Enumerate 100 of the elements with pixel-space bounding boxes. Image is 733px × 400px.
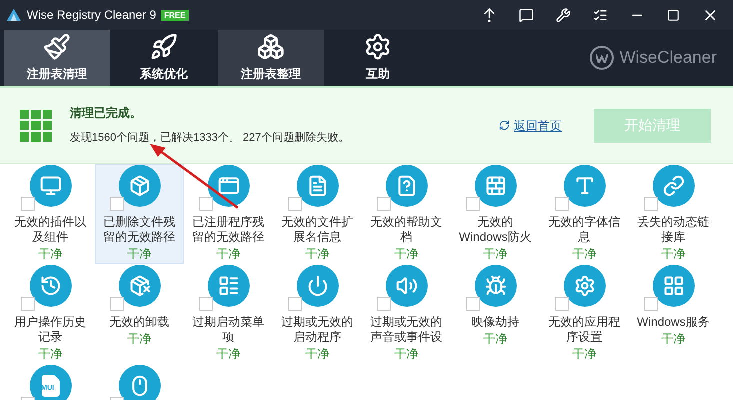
status-text: 干净 xyxy=(572,347,596,362)
checkbox[interactable] xyxy=(110,197,124,211)
category-label: Windows服务 xyxy=(636,315,711,330)
summary-detail: 发现1560个问题，已解决1333个。 227个问题删除失败。 xyxy=(70,131,350,146)
status-text: 干净 xyxy=(216,247,240,262)
checkbox[interactable] xyxy=(376,197,390,211)
category-label: 无效的文件扩展名信息 xyxy=(280,215,354,245)
category-item[interactable]: 无效的字体信息 干净 xyxy=(540,164,629,264)
status-text: 干净 xyxy=(572,247,596,262)
category-item[interactable]: 过期或无效的声音或事件设 干净 xyxy=(362,264,451,364)
status-text: 干净 xyxy=(38,347,62,362)
back-home-link[interactable]: 返回首页 xyxy=(499,116,562,134)
window-icon xyxy=(218,175,240,197)
category-label: 已删除文件残留的无效路径 xyxy=(102,215,176,245)
window-title: Wise Registry Cleaner 9 xyxy=(27,7,156,24)
category-item[interactable]: 过期或无效的启动程序 干净 xyxy=(273,264,362,364)
status-text: 干净 xyxy=(306,247,330,262)
category-label: 用户操作历史记录 xyxy=(14,315,88,345)
app-logo-icon xyxy=(6,8,22,22)
maximize-icon[interactable] xyxy=(667,8,680,22)
monitor-icon xyxy=(40,175,62,197)
status-text: 干净 xyxy=(38,247,62,262)
edition-badge: FREE xyxy=(161,10,189,20)
status-text: 干净 xyxy=(662,332,686,347)
status-text: 干净 xyxy=(662,247,686,262)
gear-wrench-icon xyxy=(364,33,392,61)
category-label: 映像劫持 xyxy=(470,315,520,330)
category-item[interactable]: 无效的Windows防火 干净 xyxy=(451,164,540,264)
category-label: 无效的Windows防火 xyxy=(458,215,533,245)
status-text: 干净 xyxy=(216,347,240,362)
question-document-icon xyxy=(396,175,418,197)
category-item[interactable]: 已注册程序残留的无效路径 干净 xyxy=(184,164,273,264)
status-text: 干净 xyxy=(128,247,152,262)
box-remove-icon xyxy=(128,275,150,297)
checkbox[interactable] xyxy=(554,197,568,211)
category-item[interactable]: 无效的卸载 干净 xyxy=(95,264,184,364)
checkbox[interactable] xyxy=(466,297,480,311)
checkbox[interactable] xyxy=(466,197,480,211)
nav-tab[interactable]: 注册表整理 xyxy=(218,30,324,86)
summary-title: 清理已完成。 xyxy=(70,105,143,122)
checkbox[interactable] xyxy=(644,297,658,311)
category-label: 无效的卸载 xyxy=(108,315,170,330)
menu-icon[interactable] xyxy=(593,8,608,22)
category-item[interactable]: 无效的应用程序设置 干净 xyxy=(540,264,629,364)
checkbox[interactable] xyxy=(20,197,34,211)
brand-name: WiseCleaner xyxy=(620,47,717,70)
checkbox[interactable] xyxy=(198,297,212,311)
checkbox[interactable] xyxy=(288,197,302,211)
status-text: 干净 xyxy=(394,347,418,362)
gear-icon xyxy=(574,275,596,297)
refresh-icon xyxy=(499,120,510,131)
list-icon xyxy=(218,275,240,297)
rocket-icon xyxy=(150,33,178,61)
brand-logo-icon xyxy=(590,46,614,70)
checkbox[interactable] xyxy=(288,297,302,311)
clock-history-icon xyxy=(40,275,62,297)
category-item[interactable]: 用户操作历史记录 干净 xyxy=(6,264,95,364)
settings-icon[interactable] xyxy=(556,8,571,22)
category-label: 丢失的动态链接库 xyxy=(636,215,710,245)
category-item[interactable]: 无效的帮助文档 干净 xyxy=(362,164,451,264)
category-item[interactable]: 映像劫持 干净 xyxy=(451,264,540,364)
status-text: 干净 xyxy=(484,247,508,262)
category-label: 过期或无效的声音或事件设 xyxy=(370,315,444,345)
category-label: 无效的字体信息 xyxy=(548,215,622,245)
category-label: 无效的应用程序设置 xyxy=(548,315,622,345)
category-item[interactable]: 无效的插件以及组件 干净 xyxy=(6,164,95,264)
power-icon xyxy=(306,275,328,297)
speaker-icon xyxy=(396,275,418,297)
category-label: 已注册程序残留的无效路径 xyxy=(192,215,266,245)
bug-icon xyxy=(484,275,506,297)
document-icon xyxy=(306,175,328,197)
status-text: 干净 xyxy=(484,332,508,347)
letter-t-icon xyxy=(574,175,596,197)
grid-status-icon xyxy=(20,110,52,142)
category-item[interactable]: 无效的文件扩展名信息 干净 xyxy=(273,164,362,264)
checkbox[interactable] xyxy=(110,297,124,311)
chain-link-icon xyxy=(662,175,684,197)
checkbox[interactable] xyxy=(20,297,34,311)
checkbox[interactable] xyxy=(198,197,212,211)
checkbox[interactable] xyxy=(376,297,390,311)
blocks-icon xyxy=(257,33,285,61)
box-icon xyxy=(128,175,150,197)
status-text: 干净 xyxy=(306,347,330,362)
category-item[interactable]: Windows服务 干净 xyxy=(629,264,718,364)
category-label: 过期启动菜单项 xyxy=(192,315,266,345)
category-label: 无效的插件以及组件 xyxy=(14,215,88,245)
checkbox[interactable] xyxy=(644,197,658,211)
status-text: 干净 xyxy=(394,247,418,262)
broom-icon xyxy=(43,33,71,61)
upgrade-icon[interactable] xyxy=(482,8,497,22)
category-item[interactable]: 过期启动菜单项 干净 xyxy=(184,264,273,364)
category-item[interactable]: 已删除文件残留的无效路径 干净 xyxy=(95,164,184,264)
nav-tab[interactable]: 注册表清理 xyxy=(4,30,110,86)
nav-tab[interactable]: 互助 xyxy=(325,30,431,86)
checkbox[interactable] xyxy=(554,297,568,311)
category-label: 过期或无效的启动程序 xyxy=(280,315,354,345)
feedback-icon[interactable] xyxy=(519,8,534,22)
category-item[interactable]: 丢失的动态链接库 干净 xyxy=(629,164,718,264)
grid-icon xyxy=(662,275,684,297)
nav-tab[interactable]: 系统优化 xyxy=(111,30,217,86)
